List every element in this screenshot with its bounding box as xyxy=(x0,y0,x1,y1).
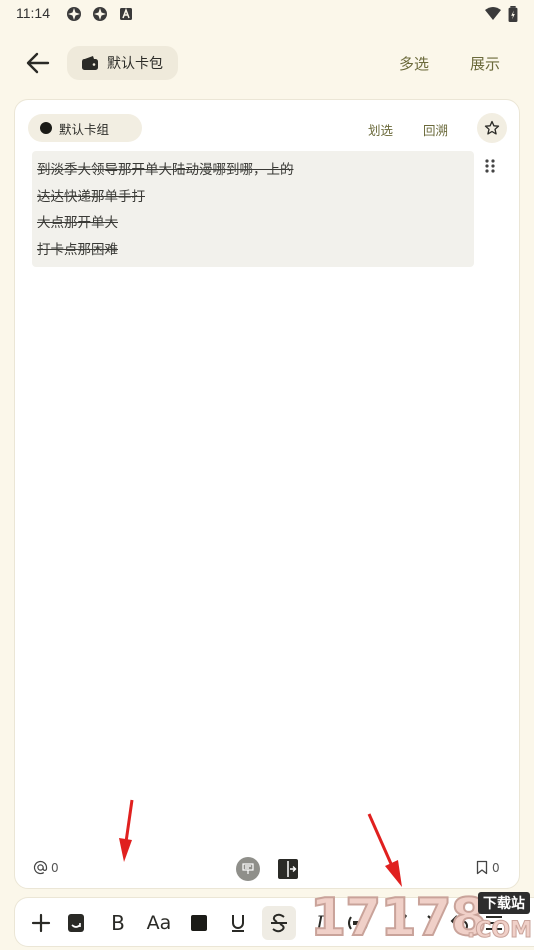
indent-button[interactable] xyxy=(419,910,445,936)
undo-icon xyxy=(450,915,468,932)
italic-label: I xyxy=(316,911,324,935)
battery-icon xyxy=(508,6,518,22)
note-line[interactable]: 达达快递那单手打 xyxy=(37,184,469,211)
italic-button[interactable]: I xyxy=(307,910,333,936)
note-card: 默认卡组 划选 回溯 到淡季大领导那开单大陆动漫哪到哪，上的 达达快递那单手打 … xyxy=(14,99,520,889)
formatting-toolbar: B Aa I xyxy=(14,897,534,947)
bookmark-icon xyxy=(476,860,488,875)
clipboard-button[interactable] xyxy=(63,910,89,936)
bookmarks-counter[interactable]: 0 xyxy=(476,860,500,875)
pen-button[interactable] xyxy=(387,910,413,936)
favorite-button[interactable] xyxy=(477,113,507,143)
insert-button[interactable] xyxy=(28,910,54,936)
wifi-icon xyxy=(485,7,501,20)
multi-select-button[interactable]: 多选 xyxy=(399,53,429,74)
note-line[interactable]: 大点那开单大 xyxy=(37,210,469,237)
note-line[interactable]: 打卡点那困难 xyxy=(37,237,469,264)
keyboard-notification-icon xyxy=(120,7,132,20)
pen-icon xyxy=(391,912,408,934)
card-wallet-label: 默认卡包 xyxy=(107,56,163,72)
mentions-count: 0 xyxy=(51,860,59,875)
chevron-right-icon xyxy=(427,915,438,931)
underline-icon xyxy=(232,915,244,932)
group-color-dot xyxy=(40,122,52,134)
app-notification-icon xyxy=(67,7,81,21)
note-text-block[interactable]: 到淡季大领导那开单大陆动漫哪到哪，上的 达达快递那单手打 大点那开单大 打卡点那… xyxy=(32,151,474,267)
trace-back-button[interactable]: 回溯 xyxy=(423,120,448,139)
more-menu-button[interactable] xyxy=(481,910,507,936)
highlight-icon xyxy=(348,916,368,930)
highlight-button[interactable] xyxy=(345,910,371,936)
back-arrow-icon[interactable] xyxy=(24,50,52,76)
top-app-bar: 默认卡包 多选 展示 xyxy=(0,40,534,86)
bookmarks-count: 0 xyxy=(492,860,500,875)
at-sign-icon xyxy=(33,860,48,875)
app-notification-icon-2 xyxy=(93,7,107,21)
font-size-label: Aa xyxy=(146,912,172,934)
status-bar: 11:14 xyxy=(0,0,534,28)
card-wallet-selector[interactable]: 默认卡包 xyxy=(67,46,178,80)
card-group-label: 默认卡组 xyxy=(59,121,110,137)
underline-button[interactable] xyxy=(225,910,251,936)
tag-icon xyxy=(242,863,254,874)
strikethrough-icon xyxy=(271,913,287,933)
mentions-counter[interactable]: 0 xyxy=(33,860,59,875)
card-group-selector[interactable]: 默认卡组 xyxy=(28,114,142,142)
display-button[interactable]: 展示 xyxy=(470,53,500,74)
split-view-icon[interactable] xyxy=(277,858,299,880)
text-color-button[interactable] xyxy=(186,910,212,936)
wallet-icon xyxy=(82,56,98,70)
menu-icon xyxy=(486,916,502,930)
star-icon xyxy=(484,120,500,135)
undo-button[interactable] xyxy=(447,910,473,936)
bold-button[interactable]: B xyxy=(105,910,131,936)
font-size-button[interactable]: Aa xyxy=(144,910,174,936)
plus-icon xyxy=(31,913,51,933)
note-line[interactable]: 到淡季大领导那开单大陆动漫哪到哪，上的 xyxy=(37,157,469,184)
tag-button[interactable] xyxy=(236,857,260,881)
clipboard-icon xyxy=(68,914,84,932)
drag-handle-icon[interactable] xyxy=(484,158,496,174)
bold-label: B xyxy=(111,911,125,935)
color-square-icon xyxy=(191,915,207,931)
status-time: 11:14 xyxy=(16,5,50,21)
scratch-select-button[interactable]: 划选 xyxy=(368,120,393,139)
strikethrough-button[interactable] xyxy=(262,906,296,940)
